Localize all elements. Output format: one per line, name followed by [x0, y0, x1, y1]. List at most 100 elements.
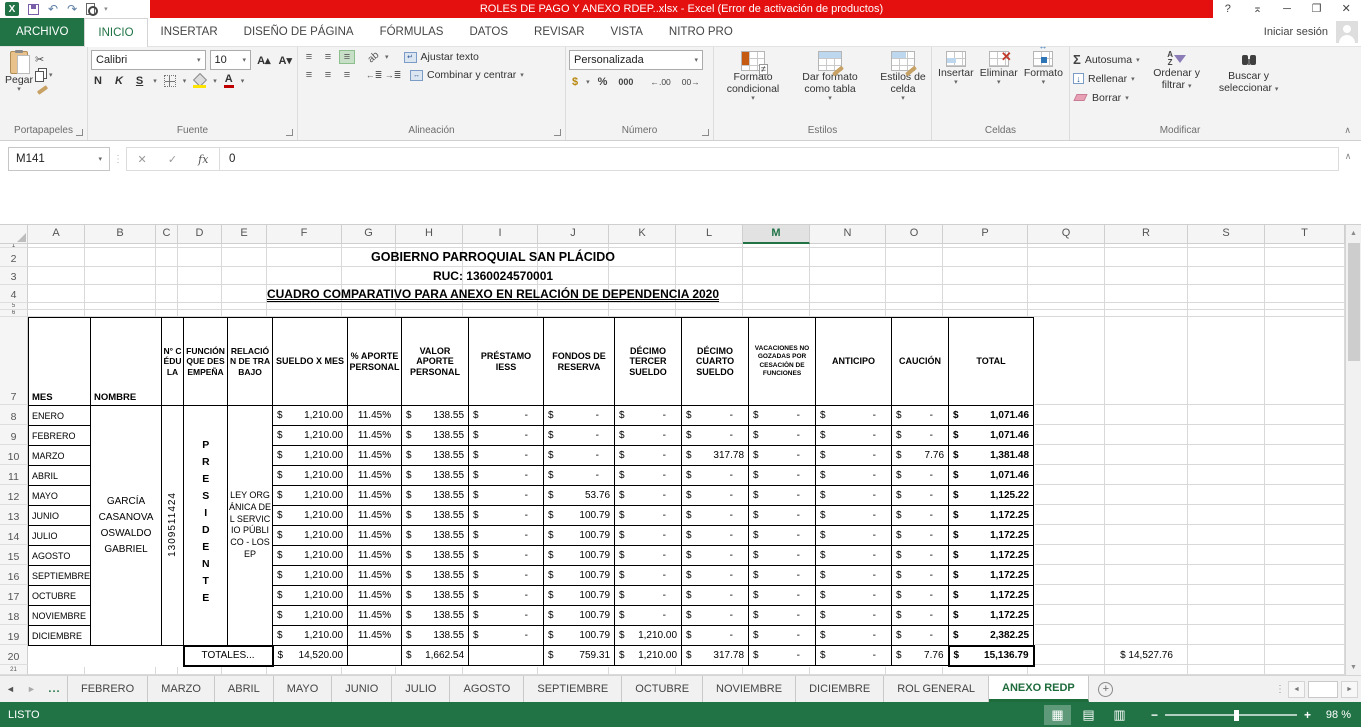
- ribbon-tab-fórmulas[interactable]: FÓRMULAS: [367, 18, 457, 46]
- cell[interactable]: 11.45%: [348, 506, 402, 526]
- cell[interactable]: $1,210.00: [273, 506, 348, 526]
- row-header-18[interactable]: 18: [0, 605, 28, 625]
- ribbon-tab-inicio[interactable]: INICIO: [84, 18, 147, 47]
- cell[interactable]: $317.78: [682, 446, 749, 466]
- ribbon-tab-diseño-de-página[interactable]: DISEÑO DE PÁGINA: [231, 18, 367, 46]
- cell[interactable]: $7.76: [892, 446, 949, 466]
- cell[interactable]: $-: [749, 446, 816, 466]
- percent-style-button[interactable]: %: [595, 76, 611, 88]
- cell[interactable]: $1,172.25: [949, 526, 1034, 546]
- cell[interactable]: $-: [749, 506, 816, 526]
- cell[interactable]: $-: [544, 466, 615, 486]
- cell[interactable]: [29, 646, 184, 666]
- cell[interactable]: $-: [749, 606, 816, 626]
- cell[interactable]: 11.45%: [348, 426, 402, 446]
- autosum-button[interactable]: ΣAutosuma▾: [1073, 50, 1140, 69]
- fill-color-dropdown-icon[interactable]: ▾: [213, 77, 217, 85]
- row-header-5[interactable]: 5: [0, 303, 28, 310]
- column-header-C[interactable]: C: [156, 225, 178, 244]
- shrink-font-button[interactable]: A▾: [277, 54, 294, 67]
- cell[interactable]: $-: [892, 526, 949, 546]
- zoom-slider[interactable]: − +: [1151, 708, 1311, 722]
- align-right-button[interactable]: ≡: [339, 68, 355, 82]
- font-size-combo[interactable]: 10▾: [210, 50, 252, 70]
- cell[interactable]: $2,382.25: [949, 626, 1034, 646]
- cell[interactable]: $-: [816, 446, 892, 466]
- cell[interactable]: $138.55: [402, 606, 469, 626]
- cell[interactable]: $1,210.00: [273, 606, 348, 626]
- number-dialog-launcher-icon[interactable]: [702, 129, 709, 136]
- cell[interactable]: $7.76: [892, 646, 949, 666]
- cell[interactable]: $138.55: [402, 546, 469, 566]
- row-header-3[interactable]: 3: [0, 267, 28, 285]
- cell[interactable]: $-: [749, 626, 816, 646]
- row-header-13[interactable]: 13: [0, 505, 28, 525]
- sheet-tab-diciembre[interactable]: DICIEMBRE: [796, 676, 884, 702]
- accounting-format-icon[interactable]: $: [569, 76, 581, 88]
- cell[interactable]: MAYO: [29, 486, 91, 506]
- cell[interactable]: $-: [469, 466, 544, 486]
- cell[interactable]: $-: [816, 586, 892, 606]
- confirm-entry-icon[interactable]: ✓: [168, 153, 177, 166]
- decrease-decimal-button[interactable]: 00→: [679, 75, 703, 89]
- cell[interactable]: $-: [544, 406, 615, 426]
- cancel-entry-icon[interactable]: ✕: [138, 153, 147, 166]
- zoom-out-icon[interactable]: −: [1151, 708, 1158, 722]
- comma-style-button[interactable]: 000: [615, 77, 636, 87]
- font-name-combo[interactable]: Calibri▾: [91, 50, 206, 70]
- cell[interactable]: $15,136.79: [949, 646, 1034, 666]
- cell[interactable]: PRESIDENTE: [184, 406, 228, 646]
- sort-filter-button[interactable]: AZ Ordenar y filtrar ▾: [1146, 50, 1208, 92]
- cell[interactable]: $-: [469, 406, 544, 426]
- cell[interactable]: 1309511424: [162, 406, 184, 646]
- cell[interactable]: $-: [469, 486, 544, 506]
- table-header-cell[interactable]: NOMBRE: [91, 318, 162, 406]
- cell[interactable]: $-: [892, 506, 949, 526]
- close-button[interactable]: ✕: [1331, 0, 1361, 18]
- column-header-Q[interactable]: Q: [1028, 225, 1105, 244]
- alignment-dialog-launcher-icon[interactable]: [554, 129, 561, 136]
- cell[interactable]: $-: [682, 566, 749, 586]
- cell[interactable]: $-: [615, 486, 682, 506]
- conditional-formatting-button[interactable]: Formato condicional ▾: [717, 50, 789, 104]
- table-header-cell[interactable]: VALOR APORTE PERSONAL: [402, 318, 469, 406]
- cell[interactable]: $-: [469, 606, 544, 626]
- cell[interactable]: $-: [892, 406, 949, 426]
- cell[interactable]: $-: [615, 566, 682, 586]
- select-all-corner[interactable]: [0, 225, 28, 244]
- cell[interactable]: $-: [469, 446, 544, 466]
- cell[interactable]: $138.55: [402, 486, 469, 506]
- row-header-11[interactable]: 11: [0, 465, 28, 485]
- page-layout-view-icon[interactable]: ▤: [1075, 705, 1102, 725]
- cell[interactable]: $-: [469, 426, 544, 446]
- cell-extra-total[interactable]: $ 14,527.76: [1105, 645, 1188, 665]
- name-box[interactable]: M141▾: [8, 147, 110, 171]
- table-header-cell[interactable]: % APORTE PERSONAL: [348, 318, 402, 406]
- cell-styles-button[interactable]: Estilos de celda ▾: [871, 50, 935, 104]
- normal-view-icon[interactable]: ▦: [1044, 705, 1071, 725]
- column-header-M[interactable]: M: [743, 225, 810, 244]
- column-header-H[interactable]: H: [396, 225, 463, 244]
- save-icon[interactable]: [28, 4, 39, 15]
- cell[interactable]: $-: [469, 586, 544, 606]
- cell[interactable]: $-: [469, 506, 544, 526]
- row-header-20[interactable]: 20: [0, 645, 28, 665]
- cell[interactable]: JULIO: [29, 526, 91, 546]
- cell[interactable]: $-: [682, 426, 749, 446]
- cell[interactable]: 11.45%: [348, 406, 402, 426]
- column-header-R[interactable]: R: [1105, 225, 1188, 244]
- borders-icon[interactable]: [164, 75, 176, 87]
- cell[interactable]: $100.79: [544, 506, 615, 526]
- cell[interactable]: 11.45%: [348, 606, 402, 626]
- copy-button[interactable]: ▾: [35, 68, 53, 82]
- sheet-tab-septiembre[interactable]: SEPTIEMBRE: [524, 676, 622, 702]
- borders-dropdown-icon[interactable]: ▾: [183, 77, 187, 85]
- sign-in[interactable]: Iniciar sesión: [1264, 18, 1361, 46]
- cell[interactable]: $14,520.00: [273, 646, 348, 666]
- grow-font-button[interactable]: A▴: [255, 54, 272, 67]
- row-header-16[interactable]: 16: [0, 565, 28, 585]
- cell[interactable]: SEPTIEMBRE: [29, 566, 91, 586]
- sheet-nav-right-icon[interactable]: ►: [21, 676, 42, 702]
- column-header-N[interactable]: N: [810, 225, 886, 244]
- qat-customize-icon[interactable]: ▾: [104, 5, 108, 13]
